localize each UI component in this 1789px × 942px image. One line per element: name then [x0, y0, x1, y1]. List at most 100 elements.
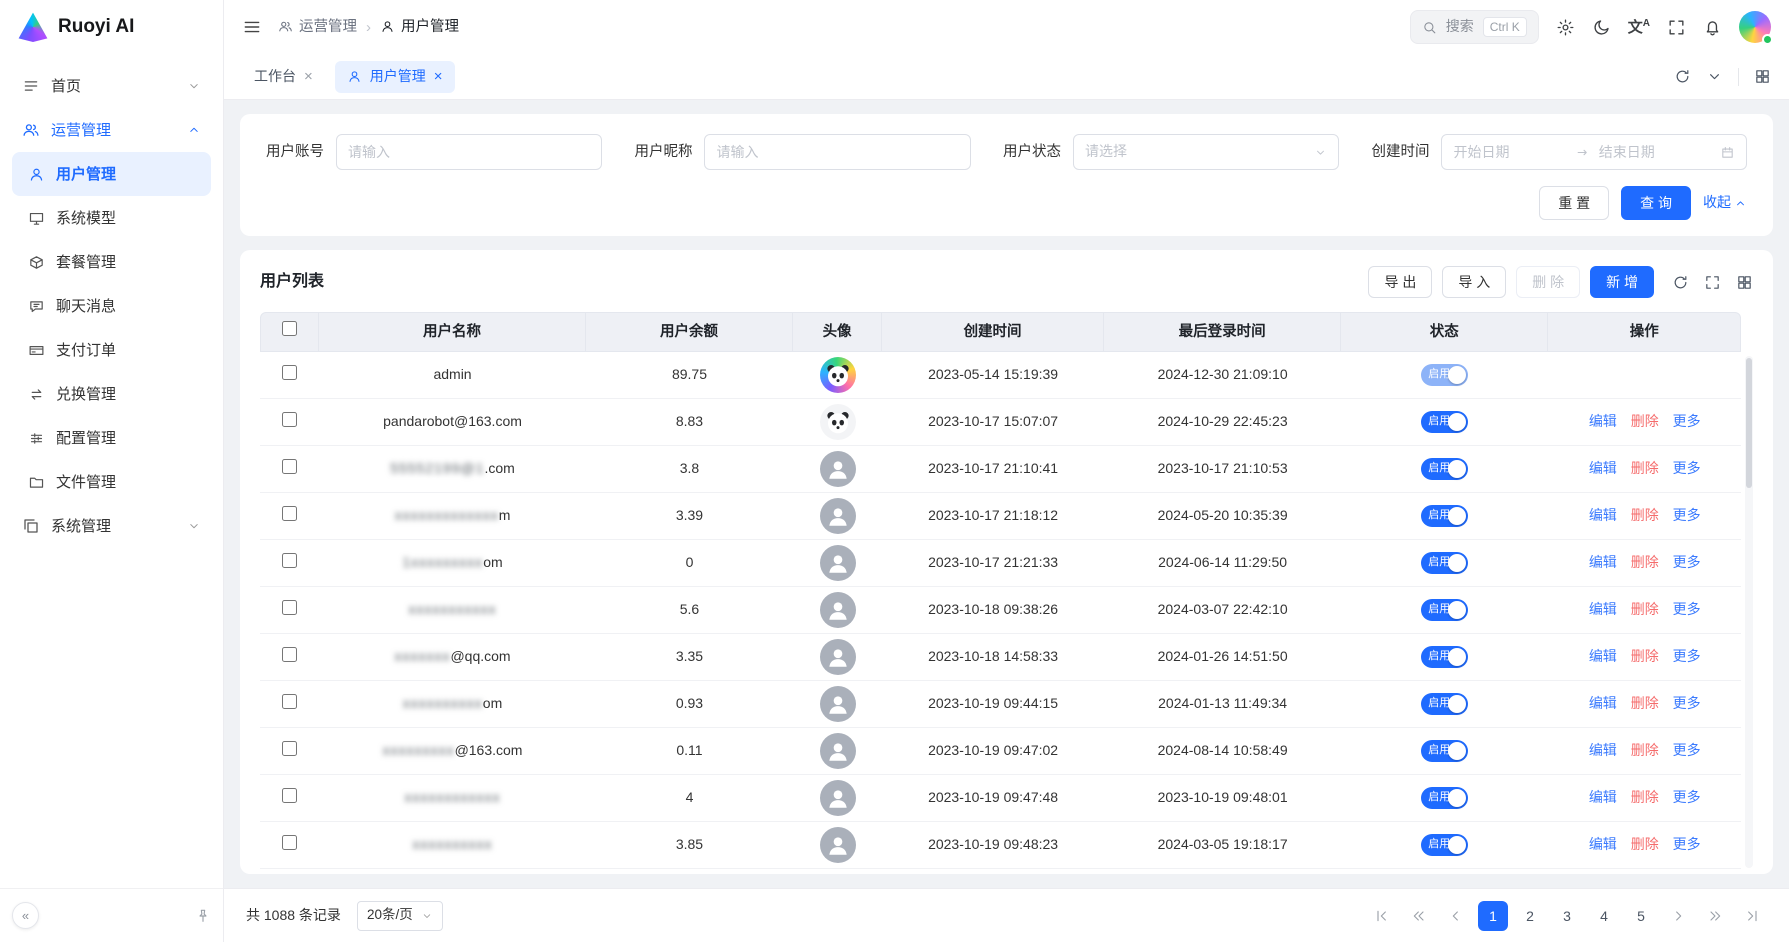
export-button[interactable]: 导 出 — [1368, 266, 1432, 298]
more-link[interactable]: 更多 — [1673, 601, 1701, 617]
menu-toggle-icon[interactable] — [242, 17, 262, 37]
edit-link[interactable]: 编辑 — [1589, 507, 1617, 523]
edit-link[interactable]: 编辑 — [1589, 836, 1617, 852]
fast-backward-button[interactable] — [1404, 901, 1434, 931]
edit-link[interactable]: 编辑 — [1589, 742, 1617, 758]
moon-icon[interactable] — [1592, 18, 1611, 37]
next-page-button[interactable] — [1663, 901, 1693, 931]
prev-page-button[interactable] — [1441, 901, 1471, 931]
start-date-input[interactable] — [1453, 144, 1565, 160]
column-settings-icon[interactable] — [1736, 274, 1753, 291]
global-search[interactable]: 搜索 Ctrl K — [1410, 10, 1539, 44]
row-checkbox[interactable] — [282, 741, 297, 756]
import-button[interactable]: 导 入 — [1442, 266, 1506, 298]
status-toggle[interactable]: 启用 — [1421, 599, 1468, 621]
collapse-filters-link[interactable]: 收起 — [1703, 193, 1747, 213]
edit-link[interactable]: 编辑 — [1589, 460, 1617, 476]
more-link[interactable]: 更多 — [1673, 742, 1701, 758]
delete-link[interactable]: 删除 — [1631, 742, 1659, 758]
more-link[interactable]: 更多 — [1673, 836, 1701, 852]
delete-link[interactable]: 删除 — [1631, 460, 1659, 476]
refresh-icon[interactable] — [1672, 274, 1689, 291]
status-toggle[interactable]: 启用 — [1421, 364, 1468, 386]
delete-link[interactable]: 删除 — [1631, 836, 1659, 852]
page-button-5[interactable]: 5 — [1626, 901, 1656, 931]
end-date-input[interactable] — [1599, 144, 1711, 160]
edit-link[interactable]: 编辑 — [1589, 554, 1617, 570]
gear-icon[interactable] — [1556, 18, 1575, 37]
delete-link[interactable]: 删除 — [1631, 648, 1659, 664]
status-toggle[interactable]: 启用 — [1421, 505, 1468, 527]
layout-grid-icon[interactable] — [1754, 68, 1771, 85]
row-checkbox[interactable] — [282, 835, 297, 850]
edit-link[interactable]: 编辑 — [1589, 601, 1617, 617]
more-link[interactable]: 更多 — [1673, 554, 1701, 570]
status-toggle[interactable]: 启用 — [1421, 411, 1468, 433]
sidebar-subitem-0[interactable]: 用户管理 — [12, 152, 211, 196]
fast-forward-button[interactable] — [1700, 901, 1730, 931]
page-button-2[interactable]: 2 — [1515, 901, 1545, 931]
row-checkbox[interactable] — [282, 647, 297, 662]
more-link[interactable]: 更多 — [1673, 648, 1701, 664]
sidebar-subitem-7[interactable]: 文件管理 — [12, 460, 211, 504]
tab-workbench[interactable]: 工作台 × — [242, 61, 325, 93]
date-range-picker[interactable] — [1441, 134, 1747, 170]
row-checkbox[interactable] — [282, 600, 297, 615]
delete-link[interactable]: 删除 — [1631, 789, 1659, 805]
sidebar-subitem-3[interactable]: 聊天消息 — [12, 284, 211, 328]
sidebar-collapse-button[interactable]: « — [12, 902, 39, 929]
status-toggle[interactable]: 启用 — [1421, 646, 1468, 668]
sidebar-subitem-5[interactable]: 兑换管理 — [12, 372, 211, 416]
delete-link[interactable]: 删除 — [1631, 507, 1659, 523]
delete-link[interactable]: 删除 — [1631, 695, 1659, 711]
row-checkbox[interactable] — [282, 694, 297, 709]
close-icon[interactable]: × — [434, 66, 443, 87]
refresh-icon[interactable] — [1674, 68, 1691, 85]
page-button-4[interactable]: 4 — [1589, 901, 1619, 931]
add-button[interactable]: 新 增 — [1590, 266, 1654, 298]
brand[interactable]: Ruoyi AI — [0, 0, 223, 54]
edit-link[interactable]: 编辑 — [1589, 648, 1617, 664]
first-page-button[interactable] — [1367, 901, 1397, 931]
more-link[interactable]: 更多 — [1673, 507, 1701, 523]
fullscreen-icon[interactable] — [1704, 274, 1721, 291]
user-avatar[interactable] — [1739, 11, 1771, 43]
pin-icon[interactable] — [195, 908, 211, 924]
reset-button[interactable]: 重 置 — [1539, 186, 1609, 220]
delete-link[interactable]: 删除 — [1631, 413, 1659, 429]
language-icon[interactable]: 文A — [1628, 17, 1650, 38]
sidebar-subitem-4[interactable]: 支付订单 — [12, 328, 211, 372]
sidebar-item-home[interactable]: 首页 — [12, 64, 211, 108]
sidebar-subitem-1[interactable]: 系统模型 — [12, 196, 211, 240]
chevron-down-icon[interactable] — [1706, 68, 1723, 85]
sidebar-subitem-2[interactable]: 套餐管理 — [12, 240, 211, 284]
sidebar-item-system[interactable]: 系统管理 — [12, 504, 211, 548]
sidebar-item-operations[interactable]: 运营管理 — [12, 108, 211, 152]
edit-link[interactable]: 编辑 — [1589, 789, 1617, 805]
status-toggle[interactable]: 启用 — [1421, 693, 1468, 715]
row-checkbox[interactable] — [282, 506, 297, 521]
sidebar-subitem-6[interactable]: 配置管理 — [12, 416, 211, 460]
scrollbar-thumb[interactable] — [1746, 358, 1752, 488]
close-icon[interactable]: × — [304, 66, 313, 87]
more-link[interactable]: 更多 — [1673, 695, 1701, 711]
account-input[interactable] — [336, 134, 602, 170]
breadcrumb-item-users[interactable]: 用户管理 — [380, 17, 459, 37]
search-button[interactable]: 查 询 — [1621, 186, 1691, 220]
status-select[interactable]: 请选择 — [1073, 134, 1339, 170]
row-checkbox[interactable] — [282, 459, 297, 474]
row-checkbox[interactable] — [282, 365, 297, 380]
page-size-select[interactable]: 20条/页 — [357, 901, 443, 931]
page-button-3[interactable]: 3 — [1552, 901, 1582, 931]
page-button-1[interactable]: 1 — [1478, 901, 1508, 931]
row-checkbox[interactable] — [282, 788, 297, 803]
tab-user-management[interactable]: 用户管理 × — [335, 61, 455, 93]
fullscreen-icon[interactable] — [1667, 18, 1686, 37]
nickname-input[interactable] — [704, 134, 970, 170]
select-all-checkbox[interactable] — [282, 321, 297, 336]
breadcrumb-item-operations[interactable]: 运营管理 — [278, 17, 357, 37]
delete-button[interactable]: 删 除 — [1516, 266, 1580, 298]
status-toggle[interactable]: 启用 — [1421, 834, 1468, 856]
status-toggle[interactable]: 启用 — [1421, 458, 1468, 480]
bell-icon[interactable] — [1703, 18, 1722, 37]
